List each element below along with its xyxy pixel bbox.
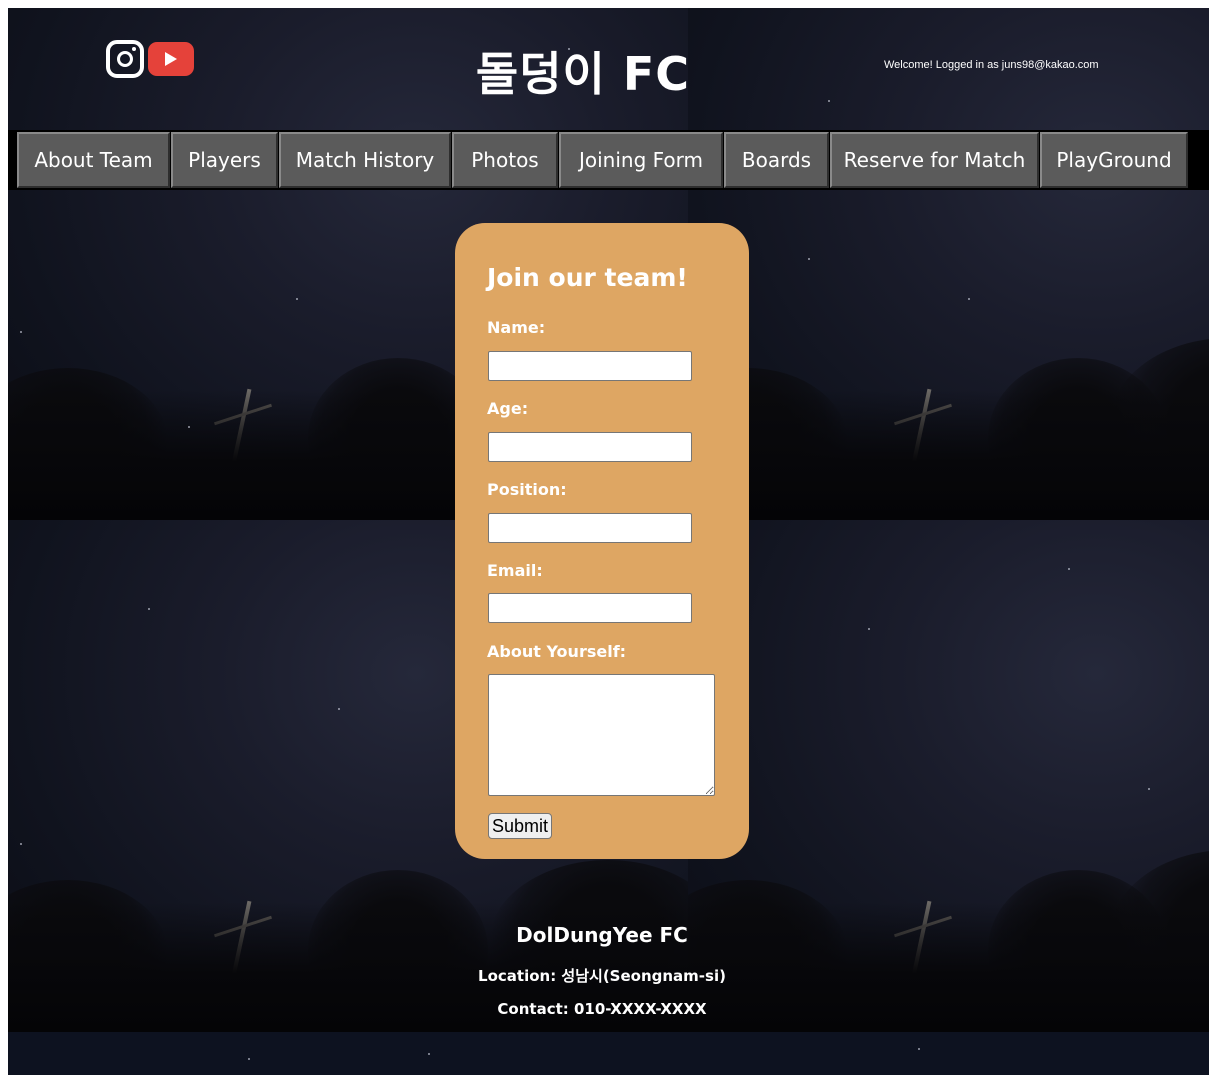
main-nav: About Team Players Match History Photos … bbox=[8, 130, 1209, 190]
site-footer: DolDungYee FC Location: 성남시(Seongnam-si)… bbox=[455, 923, 749, 1018]
site-title: 돌덩이 FC bbox=[475, 47, 691, 101]
about-textarea[interactable] bbox=[488, 674, 715, 796]
page: 돌덩이 FC Welcome! Logged in as juns98@kaka… bbox=[8, 8, 1209, 1075]
nav-match-history[interactable]: Match History bbox=[279, 132, 451, 188]
footer-location: Location: 성남시(Seongnam-si) bbox=[478, 967, 726, 985]
email-label: Email: bbox=[487, 561, 543, 580]
nav-boards[interactable]: Boards bbox=[724, 132, 829, 188]
name-label: Name: bbox=[487, 318, 546, 337]
nav-joining-form[interactable]: Joining Form bbox=[559, 132, 723, 188]
nav-photos[interactable]: Photos bbox=[452, 132, 558, 188]
footer-team-name: DolDungYee FC bbox=[516, 923, 688, 947]
welcome-message: Welcome! Logged in as juns98@kakao.com bbox=[884, 59, 1099, 71]
age-label: Age: bbox=[487, 399, 529, 418]
name-input[interactable] bbox=[488, 351, 692, 381]
email-input[interactable] bbox=[488, 593, 692, 623]
form-heading: Join our team! bbox=[487, 263, 688, 292]
age-input[interactable] bbox=[488, 432, 692, 462]
join-form-card: Join our team! Name: Age: Position: Emai… bbox=[455, 223, 749, 859]
nav-playground[interactable]: PlayGround bbox=[1040, 132, 1188, 188]
background-tile bbox=[688, 520, 1209, 1032]
nav-about-team[interactable]: About Team bbox=[17, 132, 170, 188]
nav-players[interactable]: Players bbox=[171, 132, 278, 188]
position-label: Position: bbox=[487, 480, 567, 499]
nav-reserve-for-match[interactable]: Reserve for Match bbox=[830, 132, 1039, 188]
about-label: About Yourself: bbox=[487, 642, 627, 661]
submit-button[interactable]: Submit bbox=[488, 813, 553, 839]
footer-contact: Contact: 010-XXXX-XXXX bbox=[497, 1000, 707, 1018]
site-header: 돌덩이 FC Welcome! Logged in as juns98@kaka… bbox=[8, 8, 1209, 130]
position-input[interactable] bbox=[488, 513, 692, 543]
